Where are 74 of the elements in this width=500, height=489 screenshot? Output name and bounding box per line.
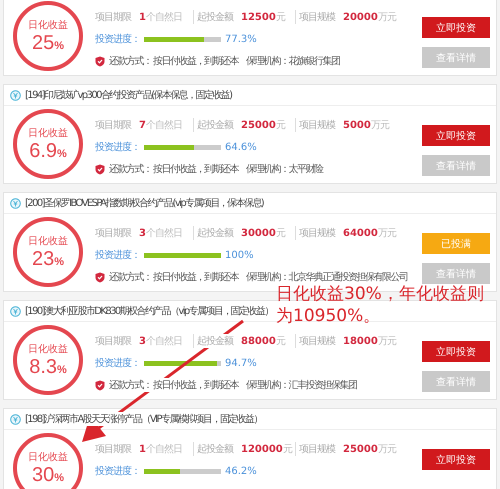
guarantor: 保理机构：汇丰投资担保集团 xyxy=(246,378,357,392)
shield-icon xyxy=(95,380,105,390)
min-amount-label: 起投金额 xyxy=(197,442,233,456)
min-amount-label: 起投金额 xyxy=(197,334,233,348)
invest-button[interactable]: 已投满 xyxy=(422,233,490,254)
invest-button[interactable]: 立即投资 xyxy=(422,341,490,362)
shield-icon xyxy=(95,164,105,174)
scale-label: 项目规模 xyxy=(299,226,335,240)
progress-percent: 100% xyxy=(225,250,254,260)
rate-value: 6.9% xyxy=(29,140,67,162)
progress-percent: 77.3% xyxy=(225,34,257,44)
scale-value: 18000万元 xyxy=(343,335,396,348)
scale-value: 20000万元 xyxy=(343,11,396,24)
progress-percent: 46.2% xyxy=(225,466,257,476)
coin-icon xyxy=(10,414,21,424)
progress-label: 投资进度： xyxy=(95,248,140,262)
rate-label: 日化收益 xyxy=(28,342,68,356)
rate-value: 25% xyxy=(32,32,64,54)
min-amount-value: 30000元 xyxy=(241,227,285,240)
invest-button[interactable]: 立即投资 xyxy=(422,17,490,38)
annotation-text: 日化收益30%，年化收益则为10950%。 xyxy=(276,283,485,327)
term-label: 项目期限 xyxy=(95,334,131,348)
scale-value: 25000万元 xyxy=(343,443,396,456)
repayment-method: 还款方式： 按日付收益，到期还本 xyxy=(109,270,238,284)
term-value: 1个自然日 xyxy=(139,443,182,456)
scale-label: 项目规模 xyxy=(299,442,335,456)
repayment-method: 还款方式： 按日付收益，到期还本 xyxy=(109,54,238,68)
rate-value: 8.3% xyxy=(29,356,67,378)
progress-percent: 94.7% xyxy=(225,358,257,368)
guarantor: 保理机构：太平财险 xyxy=(246,162,323,176)
min-amount-label: 起投金额 xyxy=(197,10,233,24)
rate-value: 30% xyxy=(32,464,64,486)
scale-value: 5000万元 xyxy=(343,119,389,132)
term-label: 项目期限 xyxy=(95,118,131,132)
min-amount-value: 88000元 xyxy=(241,335,285,348)
shield-icon xyxy=(95,272,105,282)
rate-label: 日化收益 xyxy=(28,18,68,32)
progress-percent: 64.6% xyxy=(225,142,257,152)
scale-label: 项目规模 xyxy=(299,334,335,348)
term-value: 1个自然日 xyxy=(139,11,182,24)
rate-label: 日化收益 xyxy=(28,234,68,248)
progress-label: 投资进度： xyxy=(95,32,140,46)
progress-label: 投资进度： xyxy=(95,140,140,154)
rate-label: 日化收益 xyxy=(28,450,68,464)
rate-label: 日化收益 xyxy=(28,126,68,140)
coin-icon xyxy=(10,90,21,100)
rate-value: 23% xyxy=(32,248,64,270)
min-amount-label: 起投金额 xyxy=(197,118,233,132)
term-value: 7个自然日 xyxy=(139,119,182,132)
repayment-method: 还款方式： 按日付收益，到期还本 xyxy=(109,162,238,176)
min-amount-label: 起投金额 xyxy=(197,226,233,240)
term-label: 项目期限 xyxy=(95,442,131,456)
scale-value: 64000万元 xyxy=(343,227,396,240)
min-amount-value: 120000元 xyxy=(241,443,292,456)
product-title: [200]圣保罗IBOVESPA指数期权合约产品(vip专属项目，保本保息) xyxy=(25,196,264,210)
product-title: [194]印尼鼓矿vp300合约投资产品(保本保息，固定收益) xyxy=(25,88,232,102)
repayment-method: 还款方式： 按日付收益，到期还本 xyxy=(109,378,238,392)
scale-label: 项目规模 xyxy=(299,118,335,132)
guarantor: 保理机构：花旗银行集团 xyxy=(246,54,340,68)
coin-icon xyxy=(10,306,21,316)
scale-label: 项目规模 xyxy=(299,10,335,24)
term-value: 3个自然日 xyxy=(139,227,182,240)
coin-icon xyxy=(10,198,21,208)
min-amount-value: 12500元 xyxy=(241,11,285,24)
term-value: 3个自然日 xyxy=(139,335,182,348)
progress-label: 投资进度： xyxy=(95,356,140,370)
guarantor: 保理机构：北京华典正通投资担保有限公司 xyxy=(246,270,408,284)
invest-button[interactable]: 立即投资 xyxy=(422,125,490,146)
min-amount-value: 25000元 xyxy=(241,119,285,132)
term-label: 项目期限 xyxy=(95,226,131,240)
term-label: 项目期限 xyxy=(95,10,131,24)
shield-icon xyxy=(95,56,105,66)
progress-label: 投资进度： xyxy=(95,464,140,478)
invest-button[interactable]: 立即投资 xyxy=(422,449,490,470)
